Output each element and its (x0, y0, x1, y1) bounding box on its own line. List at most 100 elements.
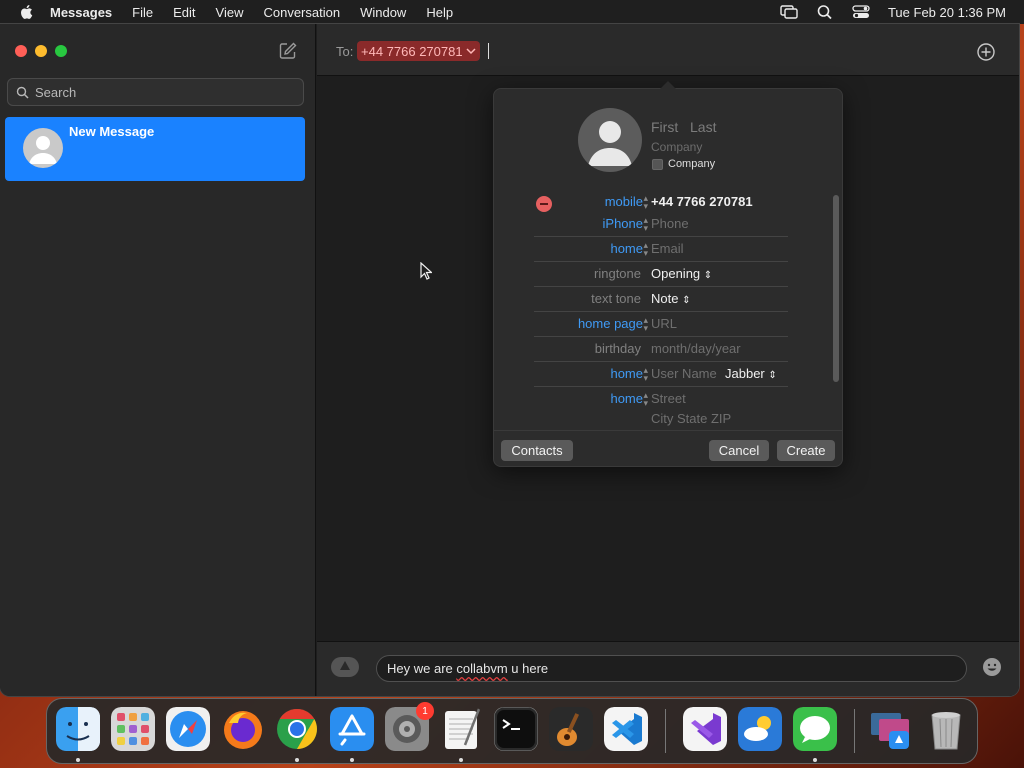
field-label-text-tone: text tone (591, 291, 641, 306)
conversation-item-new-message[interactable]: New Message (5, 117, 305, 181)
company-checkbox-label: Company (668, 158, 716, 170)
person-silhouette-icon (588, 121, 632, 166)
field-value-phone[interactable]: Phone (651, 216, 689, 231)
popover-scrollbar[interactable] (833, 195, 839, 382)
field-label-home-im[interactable]: home (610, 366, 643, 381)
running-indicator (295, 758, 299, 762)
recipient-number: +44 7766 270781 (361, 43, 463, 59)
contact-photo[interactable] (578, 108, 642, 172)
field-row-birthday: birthday month/day/year (534, 337, 788, 362)
to-label: To: (336, 44, 354, 59)
menu-view[interactable]: View (216, 5, 244, 20)
apple-logo-icon[interactable] (18, 3, 36, 21)
message-text-suffix: u here (507, 661, 549, 676)
dock: 1 (46, 698, 978, 764)
contacts-button[interactable]: Contacts (501, 440, 573, 461)
emoji-icon[interactable] (982, 657, 1002, 677)
menu-edit[interactable]: Edit (173, 5, 195, 20)
updown-chevron-icon: ▴ ▾ (643, 193, 648, 211)
running-indicator (813, 758, 817, 762)
field-label-ringtone: ringtone (594, 266, 641, 281)
menu-window[interactable]: Window (360, 5, 406, 20)
add-recipient-icon[interactable] (976, 42, 996, 62)
search-icon (16, 86, 29, 99)
running-indicator (350, 758, 354, 762)
recipient-token[interactable]: +44 7766 270781 (357, 41, 480, 61)
app-store-icon[interactable] (330, 707, 374, 751)
field-value-username[interactable]: User Name (651, 366, 717, 381)
running-indicator (76, 758, 80, 762)
firefox-icon[interactable] (221, 707, 265, 751)
messages-icon[interactable] (793, 707, 837, 751)
menu-file[interactable]: File (132, 5, 153, 20)
field-value-street[interactable]: Street (651, 391, 686, 406)
field-value-mobile[interactable]: +44 7766 270781 (651, 194, 753, 209)
field-value-city-state-zip[interactable]: City State ZIP (651, 411, 731, 426)
im-service-value: Jabber (725, 366, 765, 381)
im-service-popup[interactable]: Jabber ⇕ (725, 366, 777, 381)
updown-chevron-icon: ⇕ (682, 295, 691, 306)
textedit-icon[interactable] (439, 707, 483, 751)
updown-chevron-icon: ⇕ (703, 270, 713, 281)
dock-separator (854, 709, 855, 753)
menu-conversation[interactable]: Conversation (263, 5, 340, 20)
visual-studio-icon[interactable] (683, 707, 727, 751)
field-label-home-email[interactable]: home (610, 241, 643, 256)
popover-arrow (660, 81, 676, 89)
launchpad-icon[interactable] (111, 707, 155, 751)
updown-chevron-icon: ▴ ▾ (643, 240, 648, 258)
finder-icon[interactable] (56, 707, 100, 751)
message-input[interactable]: Hey we are collabvm u here (376, 655, 967, 682)
menu-app-name[interactable]: Messages (50, 5, 112, 20)
sidebar: Search New Message (0, 24, 316, 696)
field-label-mobile[interactable]: mobile (605, 194, 643, 209)
vscode-icon[interactable] (604, 707, 648, 751)
field-row-email: home ▴ ▾ Email (534, 237, 788, 262)
divider (494, 430, 842, 431)
compose-icon[interactable] (279, 42, 297, 60)
ringtone-popup[interactable]: Opening ⇕ (651, 266, 712, 281)
screen-mirroring-icon[interactable] (780, 4, 798, 20)
mouse-pointer-icon (420, 262, 432, 280)
weather-icon[interactable] (738, 707, 782, 751)
menu-bar: Messages File Edit View Conversation Win… (0, 0, 1024, 24)
field-label-birthday: birthday (594, 341, 641, 356)
chrome-icon[interactable] (275, 707, 319, 751)
downloads-stack-icon[interactable] (869, 707, 913, 751)
first-name-field[interactable]: First (651, 119, 678, 135)
field-value-email[interactable]: Email (651, 241, 684, 256)
field-value-birthday[interactable]: month/day/year (651, 341, 741, 356)
text-cursor (488, 43, 489, 59)
text-tone-popup[interactable]: Note ⇕ (651, 291, 690, 306)
message-text-prefix: Hey we are (387, 661, 457, 676)
menu-help[interactable]: Help (426, 5, 453, 20)
control-center-icon[interactable] (852, 4, 870, 20)
field-row-text-tone: text tone Note ⇕ (534, 287, 788, 312)
cancel-button[interactable]: Cancel (709, 440, 769, 461)
garageband-icon[interactable] (549, 707, 593, 751)
trash-icon[interactable] (924, 707, 968, 751)
field-label-iphone[interactable]: iPhone (603, 216, 643, 231)
field-value-url[interactable]: URL (651, 316, 677, 331)
person-silhouette-icon (29, 136, 57, 164)
field-row-address: home ▴ ▾ Street City State ZIP (534, 387, 788, 429)
company-checkbox[interactable] (652, 159, 663, 170)
menubar-clock[interactable]: Tue Feb 20 1:36 PM (888, 5, 1006, 20)
terminal-icon[interactable] (494, 707, 538, 751)
app-store-apps-icon[interactable] (330, 656, 360, 678)
last-name-field[interactable]: Last (690, 119, 716, 135)
spotlight-search-icon[interactable] (816, 4, 834, 20)
notification-badge: 1 (416, 702, 434, 720)
field-label-home-address[interactable]: home (610, 391, 643, 406)
search-field[interactable]: Search (7, 78, 304, 106)
company-field[interactable]: Company (651, 140, 702, 154)
field-row-iphone: iPhone ▴ ▾ Phone (534, 212, 788, 237)
create-button[interactable]: Create (777, 440, 835, 461)
avatar (23, 128, 63, 168)
safari-icon[interactable] (166, 707, 210, 751)
minimize-window-button[interactable] (35, 45, 47, 57)
field-label-home-page[interactable]: home page (578, 316, 643, 331)
zoom-window-button[interactable] (55, 45, 67, 57)
field-row-im: home ▴ ▾ User Name Jabber ⇕ (534, 362, 788, 387)
close-window-button[interactable] (15, 45, 27, 57)
